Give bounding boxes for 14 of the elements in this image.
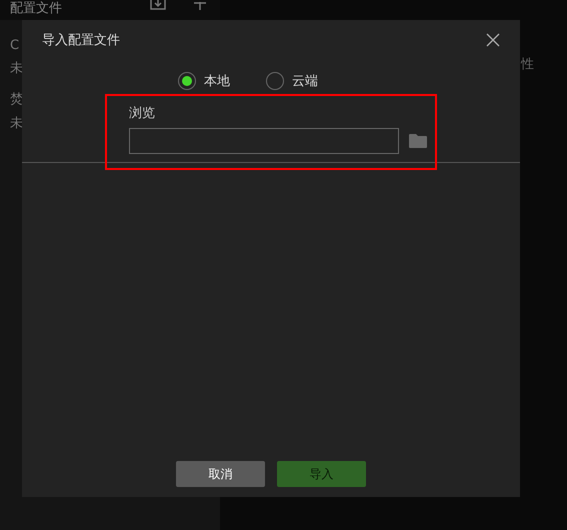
sidebar-title: 配置文件	[10, 2, 62, 15]
profile-status: 未	[10, 60, 24, 77]
close-icon[interactable]	[486, 33, 500, 47]
property-label: 性	[521, 56, 534, 73]
dialog-title: 导入配置文件	[42, 32, 120, 49]
browse-label: 浏览	[129, 105, 155, 122]
add-icon[interactable]	[194, 2, 206, 10]
file-path-field[interactable]	[129, 128, 399, 154]
cancel-button[interactable]: 取消	[176, 461, 265, 487]
source-radio[interactable]: 云端	[266, 72, 318, 90]
folder-icon[interactable]	[408, 133, 428, 149]
import-icon[interactable]	[150, 0, 166, 10]
profile-status: 未	[10, 115, 24, 132]
source-radio[interactable]: 本地	[178, 72, 230, 90]
